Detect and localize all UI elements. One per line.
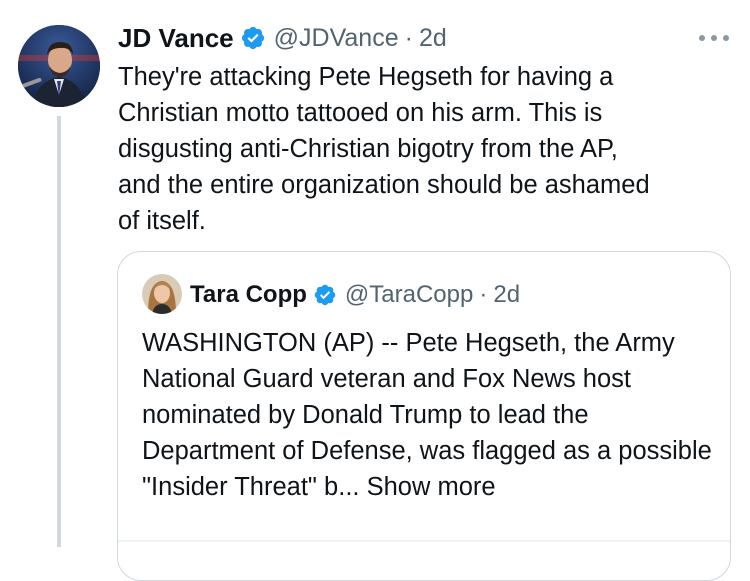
quoted-card-divider xyxy=(118,540,730,542)
more-options-button[interactable] xyxy=(694,26,734,50)
profile-photo-icon xyxy=(142,274,182,314)
verified-badge-icon[interactable] xyxy=(240,25,266,51)
quoted-tweet-header: Tara Copp @TaraCopp · 2d xyxy=(190,279,520,311)
quoted-author-handle[interactable]: @TaraCopp xyxy=(345,281,473,309)
quoted-author-avatar[interactable] xyxy=(142,274,182,314)
thread-line xyxy=(57,116,61,547)
author-avatar[interactable] xyxy=(18,25,100,107)
separator-dot: · xyxy=(479,281,488,308)
tweet-text: They're attacking Pete Hegseth for havin… xyxy=(118,63,650,235)
show-more-link[interactable]: Show more xyxy=(367,473,496,501)
more-options-icon xyxy=(699,35,729,41)
quoted-author-name[interactable]: Tara Copp xyxy=(190,281,307,309)
tweet-header: JD Vance @JDVance · 2d xyxy=(118,22,447,54)
quoted-timestamp[interactable]: 2d xyxy=(493,281,520,309)
author-name[interactable]: JD Vance xyxy=(118,23,234,54)
verified-badge-icon[interactable] xyxy=(313,283,337,307)
quoted-tweet-text: WASHINGTON (AP) -- Pete Hegseth, the Arm… xyxy=(142,325,722,505)
author-handle[interactable]: @JDVance xyxy=(274,24,399,53)
separator-dot: · xyxy=(404,23,413,52)
timestamp[interactable]: 2d xyxy=(419,24,447,53)
profile-photo-icon xyxy=(18,25,100,107)
